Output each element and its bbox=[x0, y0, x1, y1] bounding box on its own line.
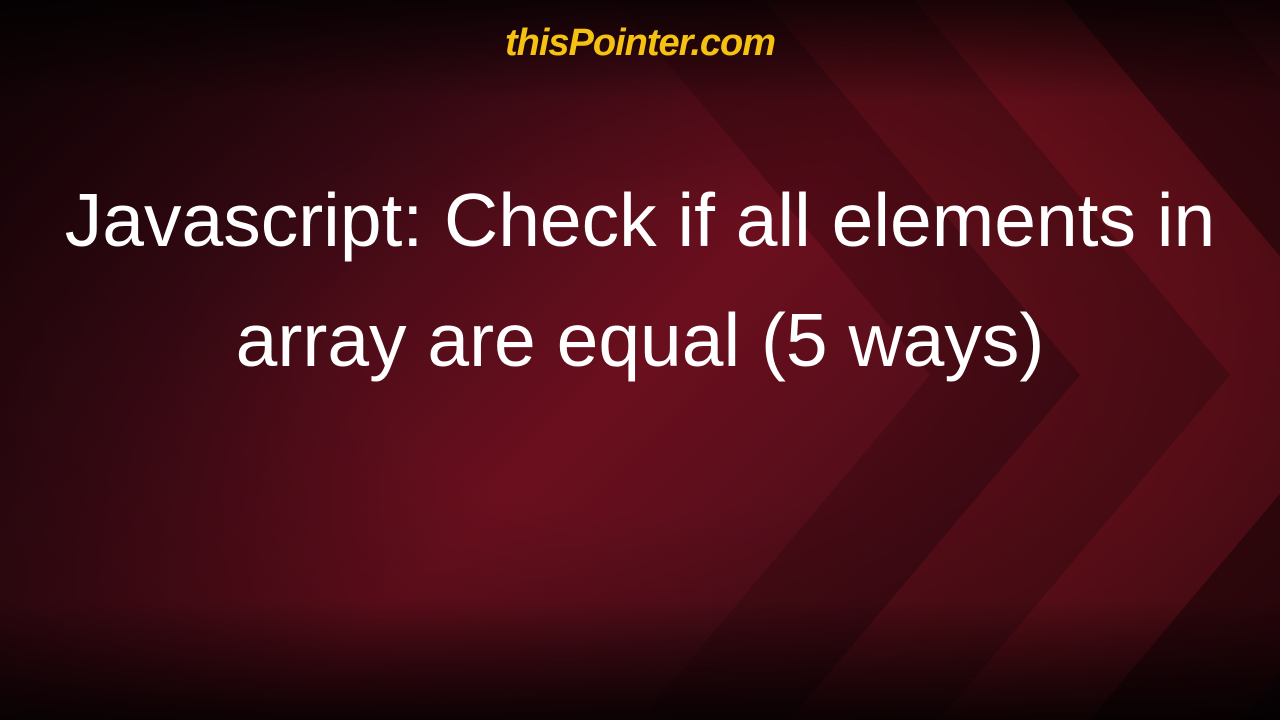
site-logo: thisPointer.com bbox=[505, 22, 775, 65]
content-container: thisPointer.com Javascript: Check if all… bbox=[0, 0, 1280, 720]
article-title: Javascript: Check if all elements in arr… bbox=[0, 160, 1280, 400]
